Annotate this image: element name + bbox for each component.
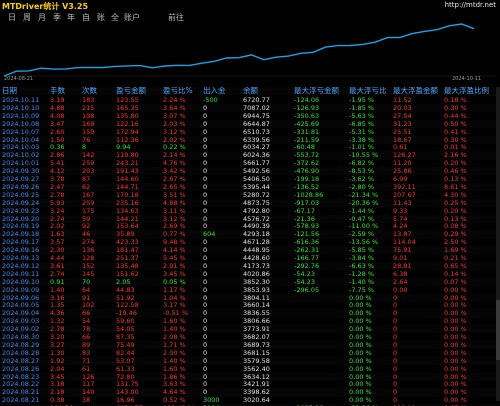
max-float-profit-pct-cell: 最大浮盈比例: [444, 87, 489, 95]
max-float-profit-cell: 最大浮盈金额: [393, 87, 438, 95]
lots-cell: 手数: [50, 87, 65, 95]
equity-curve-svg: [3, 23, 496, 77]
period-menu: 日 周 月 季 年 自 账 全 账户 前往: [0, 11, 500, 22]
max-float-loss-pct-cell: 最大浮亏比: [349, 87, 387, 95]
scroll-thumb[interactable]: [496, 300, 500, 360]
pnl-pct-cell: 盈亏比%: [163, 87, 193, 95]
equity-chart: [0, 22, 500, 84]
chart-start-date: 2024-08-21: [4, 76, 34, 82]
chart-end-date: 2024-10-11: [452, 76, 482, 82]
date-cell: 日期: [2, 87, 17, 95]
equity-line: [3, 23, 475, 77]
table-header: 日期 手数 次数 盈亏金额 盈亏比% 出入金 余额 最大浮亏金额 最大浮亏比 最大浮盈金额 最大浮盈…: [0, 87, 500, 95]
pnl-cell: 盈亏金额: [116, 87, 146, 95]
max-float-loss-cell: 最大浮亏金额: [294, 87, 339, 95]
site-link[interactable]: http://mtdr.net: [445, 1, 496, 9]
title-bar: MTDriver统计 V3.25 http://mtdr.net: [0, 0, 500, 11]
deposit-cell: 出入金: [203, 87, 226, 95]
trades-cell: 次数: [82, 87, 97, 95]
balance-cell: 余额: [243, 87, 258, 95]
